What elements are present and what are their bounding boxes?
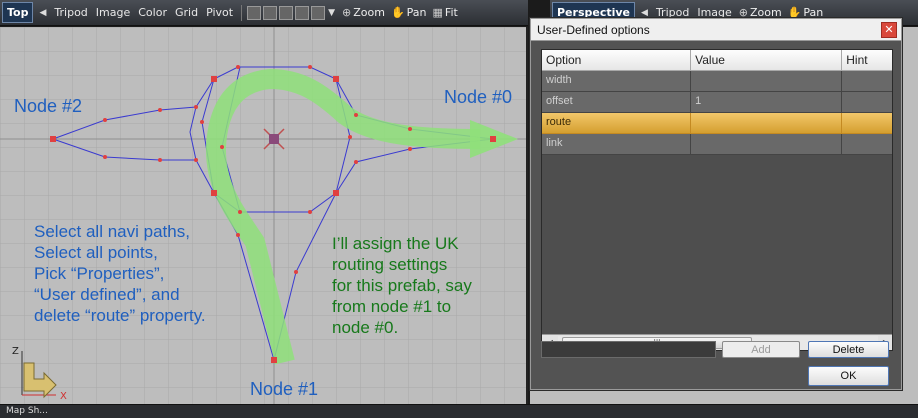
table-row[interactable]: offset 1: [542, 92, 892, 113]
value-cell[interactable]: [691, 113, 843, 134]
menu-pivot[interactable]: Pivot: [202, 6, 237, 19]
table-row[interactable]: link: [542, 134, 892, 155]
user-defined-options-dialog: User-Defined options ✕ Option Value Hint…: [530, 18, 902, 390]
path-point[interactable]: [408, 127, 412, 131]
path-point[interactable]: [354, 160, 358, 164]
options-grid[interactable]: Option Value Hint width offset 1 route l…: [541, 49, 893, 351]
path-point[interactable]: [308, 65, 312, 69]
node-0-label: Node #0: [444, 87, 513, 107]
column-header-value[interactable]: Value: [691, 50, 843, 71]
path-point[interactable]: [294, 270, 298, 274]
path-point[interactable]: [194, 158, 198, 162]
hint-cell[interactable]: [842, 113, 892, 134]
ok-button[interactable]: OK: [808, 366, 889, 386]
node-1-label: Node #1: [250, 379, 319, 399]
toolbar-divider: [241, 4, 243, 21]
magnifier-icon: ⊕: [342, 6, 352, 19]
path-point[interactable]: [211, 76, 217, 82]
left-viewport-toolbar: Top ◀ Tripod Image Color Grid Pivot ▼ ⊕ Z…: [0, 0, 528, 26]
node-2-point[interactable]: [50, 136, 56, 142]
option-cell[interactable]: offset: [542, 92, 692, 113]
option-cell[interactable]: route: [542, 113, 692, 134]
table-row-selected[interactable]: route: [542, 113, 892, 134]
path-point[interactable]: [308, 210, 312, 214]
path-point[interactable]: [236, 65, 240, 69]
path-point[interactable]: [211, 190, 217, 196]
path-point[interactable]: [333, 76, 339, 82]
path-point[interactable]: [238, 210, 242, 214]
value-cell[interactable]: 1: [691, 92, 843, 113]
node-1-point[interactable]: [271, 357, 277, 363]
path-point[interactable]: [348, 135, 352, 139]
fit-button[interactable]: ▦ Fit: [430, 6, 461, 19]
column-header-option[interactable]: Option: [542, 50, 692, 71]
menu-image[interactable]: Image: [92, 6, 134, 19]
viewport-canvas[interactable]: Z X: [0, 27, 528, 404]
column-header-hint[interactable]: Hint: [842, 50, 892, 71]
view-selector-top[interactable]: Top: [2, 2, 34, 23]
path-point[interactable]: [200, 120, 204, 124]
path-point[interactable]: [158, 158, 162, 162]
menu-grid[interactable]: Grid: [171, 6, 202, 19]
close-icon[interactable]: ✕: [881, 21, 897, 38]
fit-icon: ▦: [432, 6, 443, 19]
path-point[interactable]: [354, 113, 358, 117]
render-mode-color-icon[interactable]: [311, 5, 326, 20]
delete-button[interactable]: Delete: [808, 341, 889, 358]
value-cell[interactable]: [691, 134, 843, 155]
path-point[interactable]: [158, 108, 162, 112]
status-bar: Map Sh...: [0, 404, 918, 418]
top-viewport[interactable]: Z X Node #2 Node #0 Node #1 Select all n…: [0, 27, 528, 404]
render-mode-solid-icon[interactable]: [263, 5, 278, 20]
dialog-titlebar[interactable]: User-Defined options ✕: [531, 19, 901, 41]
path-point[interactable]: [194, 105, 198, 109]
render-mode-light-icon[interactable]: [295, 5, 310, 20]
path-point[interactable]: [103, 118, 107, 122]
option-cell[interactable]: link: [542, 134, 692, 155]
path-point[interactable]: [333, 190, 339, 196]
hint-cell[interactable]: [842, 134, 892, 155]
path-point[interactable]: [236, 233, 240, 237]
zoom-button[interactable]: ⊕ Zoom: [339, 6, 388, 19]
new-option-input[interactable]: [541, 341, 716, 358]
pan-button[interactable]: ✋ Pan: [388, 6, 430, 19]
chevron-left-icon[interactable]: ◀: [641, 8, 648, 18]
menu-tripod[interactable]: Tripod: [50, 6, 91, 19]
render-mode-texture-icon[interactable]: [279, 5, 294, 20]
path-point[interactable]: [103, 155, 107, 159]
dropdown-arrow-icon[interactable]: ▼: [328, 8, 335, 18]
status-tab[interactable]: Map Sh...: [6, 406, 48, 416]
add-button[interactable]: Add: [722, 341, 800, 358]
instructions-note: Select all navi paths, Select all points…: [34, 222, 206, 325]
dialog-title: User-Defined options: [537, 22, 650, 37]
hint-cell[interactable]: [842, 71, 892, 92]
node-0-point[interactable]: [490, 136, 496, 142]
path-point[interactable]: [220, 145, 224, 149]
routing-note: I’ll assign the UK routing settings for …: [332, 234, 472, 337]
path-point[interactable]: [408, 147, 412, 151]
axis-x-label: X: [60, 391, 67, 402]
hint-cell[interactable]: [842, 92, 892, 113]
menu-color[interactable]: Color: [134, 6, 171, 19]
node-2-label: Node #2: [14, 96, 83, 116]
axis-z-label: Z: [12, 346, 19, 357]
chevron-left-icon[interactable]: ◀: [39, 8, 46, 18]
render-mode-wire-icon[interactable]: [247, 5, 262, 20]
hand-icon: ✋: [390, 6, 405, 19]
grid-header: Option Value Hint: [542, 50, 892, 71]
table-row[interactable]: width: [542, 71, 892, 92]
value-cell[interactable]: [691, 71, 843, 92]
option-cell[interactable]: width: [542, 71, 692, 92]
